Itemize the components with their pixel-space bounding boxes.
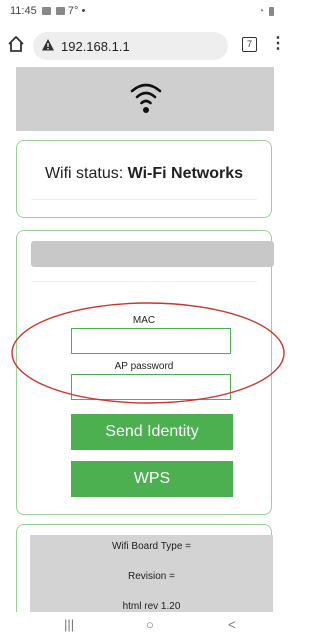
- divider: [31, 281, 257, 282]
- recents-icon[interactable]: |||: [64, 617, 74, 632]
- wifi-header: [16, 67, 274, 131]
- warning-icon[interactable]: [41, 38, 55, 52]
- system-nav-bar: ||| ○ <: [0, 612, 286, 637]
- status-bar: 11:45 7° • ◔: [0, 0, 286, 24]
- signal-icon: ◔: [258, 6, 265, 17]
- send-identity-button[interactable]: Send Identity: [71, 414, 233, 450]
- url-text[interactable]: 192.168.1.1: [61, 39, 130, 54]
- notification-icon: [41, 7, 51, 16]
- home-icon[interactable]: [6, 34, 26, 54]
- back-icon[interactable]: <: [228, 617, 236, 632]
- dot-icon: •: [81, 5, 86, 17]
- browser-toolbar: 192.168.1.1 7 ⋮: [0, 24, 286, 68]
- status-temp: 7°: [67, 5, 79, 17]
- wifi-status-card: Wifi status: Wi-Fi Networks: [16, 140, 272, 218]
- tabs-icon[interactable]: 7: [242, 37, 257, 52]
- home-nav-icon[interactable]: ○: [146, 617, 154, 632]
- html-rev-text: html rev 1.20: [122, 601, 181, 612]
- battery-icon: [269, 6, 274, 16]
- menu-icon[interactable]: ⋮: [270, 36, 286, 52]
- revision-text: Revision =: [128, 571, 175, 582]
- wifi-icon: [130, 83, 162, 113]
- status-time: 11:45: [10, 5, 37, 17]
- wps-button[interactable]: WPS: [71, 461, 233, 497]
- status-bar-left: 11:45 7° •: [10, 5, 85, 17]
- address-bar[interactable]: 192.168.1.1: [33, 32, 228, 60]
- wifi-status-label: Wifi status:: [44, 165, 128, 182]
- annotation-ellipse: [11, 302, 285, 404]
- network-select-bar[interactable]: [31, 241, 274, 267]
- board-info-card: Wifi Board Type = Revision = html rev 1.…: [16, 524, 273, 626]
- wifi-status-value: Wi-Fi Networks: [127, 165, 244, 182]
- gallery-icon: [55, 7, 65, 16]
- divider: [31, 199, 257, 200]
- wifi-status-text: Wifi status: Wi-Fi Networks: [17, 165, 271, 183]
- status-bar-right: ◔: [258, 6, 274, 17]
- board-type-text: Wifi Board Type =: [111, 541, 192, 552]
